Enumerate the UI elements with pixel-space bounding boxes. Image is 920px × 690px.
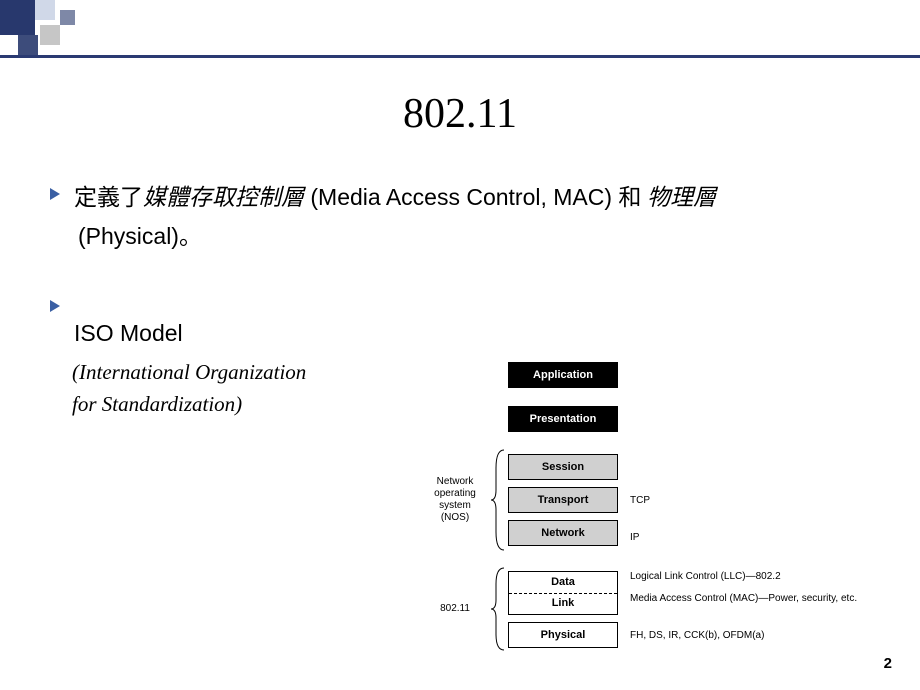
bullet-1-text: 定義了媒體存取控制層 (Media Access Control, MAC) 和… — [74, 178, 716, 256]
b1-post: (Physical)。 — [74, 223, 202, 249]
layer-network: Network — [508, 520, 618, 546]
layer-data-link: Data Link — [508, 571, 618, 615]
b1-pre: 定義了 — [74, 185, 143, 210]
layer-presentation: Presentation — [508, 406, 618, 432]
corner-decoration — [0, 0, 170, 60]
right-ip: IP — [630, 532, 650, 543]
layer-physical: Physical — [508, 622, 618, 648]
slide-content: 802.11 定義了媒體存取控制層 (Media Access Control,… — [0, 60, 920, 690]
bullet-1: 定義了媒體存取控制層 (Media Access Control, MAC) 和… — [50, 178, 870, 256]
sub-line1: (International Organization — [72, 360, 306, 384]
iso-model-diagram: Application Presentation Network operati… — [420, 360, 900, 652]
top-border — [0, 55, 920, 58]
layer-data: Data — [509, 572, 617, 593]
sub-line2: for Standardization) — [72, 392, 242, 416]
b1-paren1: (Media Access Control, MAC) — [304, 184, 618, 210]
right-llc: Logical Link Control (LLC)—802.2 — [630, 566, 857, 588]
slide-title: 802.11 — [50, 90, 870, 138]
b1-and: 和 — [618, 185, 647, 210]
page-number: 2 — [884, 655, 892, 672]
layer-transport: Transport — [508, 487, 618, 513]
layer-application: Application — [508, 362, 618, 388]
nos-label: Network operating system (NOS) — [420, 476, 490, 524]
bullet-2: ISO Model — [50, 290, 870, 347]
arrow-bullet-icon — [50, 300, 60, 312]
layer-session: Session — [508, 454, 618, 480]
80211-label: 802.11 — [420, 603, 490, 615]
bullet-2-text: ISO Model — [74, 320, 870, 347]
b1-italic2: 物理層 — [647, 185, 716, 210]
layer-link: Link — [509, 593, 617, 614]
right-tcp: TCP — [630, 495, 650, 506]
brace-icon — [490, 566, 508, 652]
right-mac: Media Access Control (MAC)—Power, securi… — [630, 588, 857, 610]
right-phy: FH, DS, IR, CCK(b), OFDM(a) — [630, 623, 857, 649]
arrow-bullet-icon — [50, 188, 60, 200]
brace-icon — [490, 448, 508, 552]
b1-italic1: 媒體存取控制層 — [143, 185, 304, 210]
